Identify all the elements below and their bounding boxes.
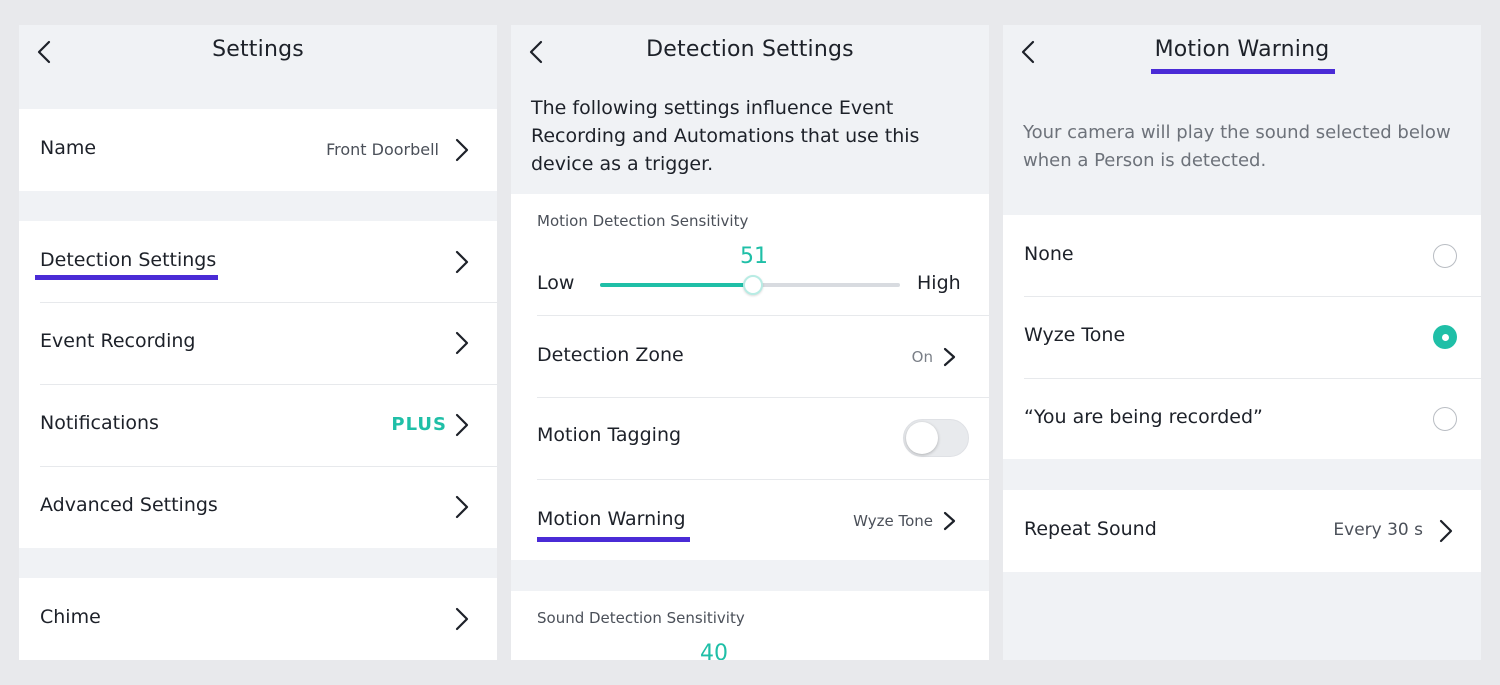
sound-sensitivity-value: 40 bbox=[700, 641, 728, 660]
settings-item-detection[interactable]: Detection Settings bbox=[19, 221, 497, 302]
page-title: Motion Warning bbox=[1150, 37, 1336, 74]
settings-item-notifications[interactable]: Notifications PLUS bbox=[19, 385, 497, 466]
warning-description: Your camera will play the sound selected… bbox=[1023, 122, 1451, 171]
slider-high-label: High bbox=[917, 272, 961, 294]
settings-item-advanced[interactable]: Advanced Settings bbox=[19, 467, 497, 548]
highlight-underline bbox=[1150, 69, 1336, 74]
settings-panel: Settings Name Front Doorbell Detection S… bbox=[19, 25, 497, 660]
highlight-underline bbox=[35, 275, 219, 280]
sound-option-wyze-tone[interactable]: Wyze Tone bbox=[1003, 297, 1481, 378]
name-row[interactable]: Name Front Doorbell bbox=[19, 109, 497, 191]
slider-low-label: Low bbox=[537, 272, 575, 294]
settings-list: Detection Settings Event Recording Notif… bbox=[19, 221, 497, 548]
chime-row[interactable]: Chime bbox=[19, 578, 497, 660]
option-label: None bbox=[1024, 243, 1074, 265]
highlight-underline bbox=[537, 537, 690, 542]
plus-badge: PLUS bbox=[391, 414, 447, 435]
motion-tagging-row: Motion Tagging bbox=[511, 398, 989, 479]
option-label: “You are being recorded” bbox=[1024, 406, 1263, 428]
chevron-right-icon bbox=[455, 250, 469, 274]
sound-option-none[interactable]: None bbox=[1003, 215, 1481, 296]
repeat-sound-row[interactable]: Repeat Sound Every 30 s bbox=[1003, 490, 1481, 572]
sound-options-group: None Wyze Tone “You are being recorded” bbox=[1003, 215, 1481, 459]
repeat-sound-label: Repeat Sound bbox=[1024, 518, 1157, 540]
sound-settings-group: Sound Detection Sensitivity 40 bbox=[511, 591, 989, 660]
name-value: Front Doorbell bbox=[326, 140, 439, 159]
motion-warning-value: Wyze Tone bbox=[853, 512, 933, 530]
name-group: Name Front Doorbell bbox=[19, 109, 497, 191]
sound-sensitivity-label: Sound Detection Sensitivity bbox=[537, 609, 745, 627]
warning-header: Motion Warning bbox=[1003, 25, 1481, 77]
settings-item-label: Detection Settings bbox=[35, 249, 219, 280]
page-title: Settings bbox=[212, 37, 304, 62]
radio-unselected[interactable] bbox=[1433, 407, 1457, 431]
chevron-right-icon bbox=[455, 607, 469, 631]
repeat-sound-value: Every 30 s bbox=[1333, 520, 1423, 540]
sound-option-recorded[interactable]: “You are being recorded” bbox=[1003, 379, 1481, 459]
name-label: Name bbox=[40, 137, 97, 159]
detection-zone-label: Detection Zone bbox=[537, 344, 684, 366]
detection-description: The following settings influence Event R… bbox=[531, 97, 920, 175]
option-label: Wyze Tone bbox=[1024, 324, 1126, 346]
slider-thumb[interactable] bbox=[743, 275, 763, 295]
chevron-right-icon bbox=[943, 345, 957, 369]
settings-item-label: Notifications bbox=[40, 412, 159, 434]
chevron-right-icon bbox=[455, 495, 469, 519]
motion-sensitivity-slider[interactable] bbox=[600, 275, 900, 295]
settings-item-label: Advanced Settings bbox=[40, 494, 218, 516]
motion-sensitivity-value: 51 bbox=[740, 244, 768, 269]
motion-warning-label: Motion Warning bbox=[537, 508, 690, 542]
motion-tagging-toggle[interactable] bbox=[903, 419, 969, 457]
chevron-right-icon bbox=[943, 509, 957, 533]
chime-label: Chime bbox=[40, 606, 101, 628]
radio-unselected[interactable] bbox=[1433, 244, 1457, 268]
chevron-right-icon bbox=[455, 138, 469, 162]
chevron-right-icon bbox=[455, 331, 469, 355]
motion-tagging-label: Motion Tagging bbox=[537, 424, 682, 446]
detection-zone-row[interactable]: Detection Zone On bbox=[511, 316, 989, 397]
toggle-knob bbox=[906, 422, 938, 454]
page-title: Detection Settings bbox=[646, 37, 854, 62]
motion-warning-row[interactable]: Motion Warning Wyze Tone bbox=[511, 480, 989, 560]
detection-zone-value: On bbox=[911, 348, 933, 366]
repeat-group: Repeat Sound Every 30 s bbox=[1003, 490, 1481, 572]
motion-warning-panel: Motion Warning Your camera will play the… bbox=[1003, 25, 1481, 660]
chevron-right-icon bbox=[1439, 519, 1453, 543]
radio-selected[interactable] bbox=[1433, 325, 1457, 349]
motion-settings-group: Motion Detection Sensitivity 51 Low High… bbox=[511, 194, 989, 560]
detection-header: Detection Settings bbox=[511, 25, 989, 77]
settings-item-label: Event Recording bbox=[40, 330, 196, 352]
detection-settings-panel: Detection Settings The following setting… bbox=[511, 25, 989, 660]
settings-item-event-recording[interactable]: Event Recording bbox=[19, 303, 497, 384]
settings-header: Settings bbox=[19, 25, 497, 77]
motion-sensitivity-label: Motion Detection Sensitivity bbox=[537, 212, 749, 230]
slider-fill bbox=[600, 283, 753, 287]
chime-group: Chime bbox=[19, 578, 497, 660]
chevron-right-icon bbox=[455, 413, 469, 437]
